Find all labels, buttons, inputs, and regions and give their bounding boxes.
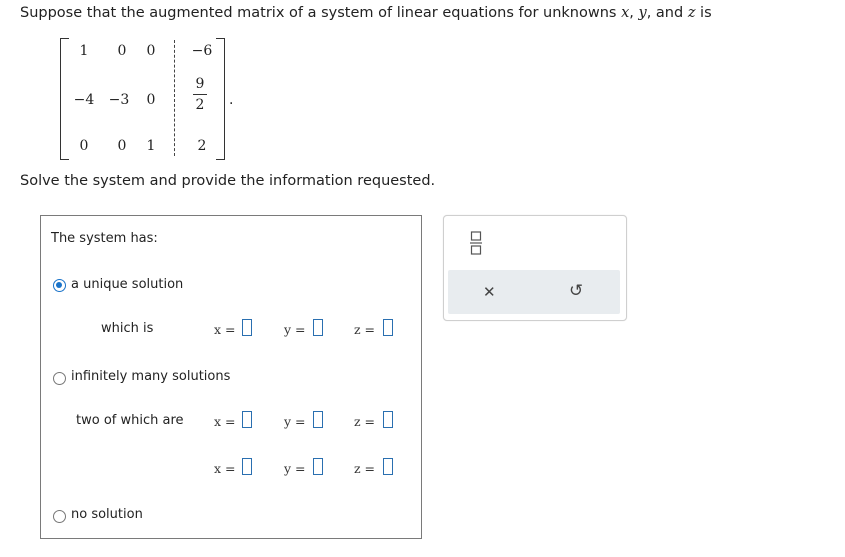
radio-infinitely-many[interactable]: [53, 372, 66, 385]
infinite1-x-input[interactable]: [242, 411, 252, 428]
fraction-bar: [193, 94, 207, 95]
option-label-none: no solution: [71, 507, 143, 522]
infinite-sub-label: two of which are: [76, 413, 184, 428]
var-label-z: z =: [354, 461, 376, 476]
panel-heading: The system has:: [51, 231, 158, 246]
matrix-cell: −6: [191, 43, 213, 59]
infinite2-y-input[interactable]: [313, 458, 323, 475]
option-label-unique: a unique solution: [71, 277, 184, 292]
unique-x-input[interactable]: [242, 319, 252, 336]
matrix-fraction: 9 2: [188, 76, 212, 113]
matrix-cell: −4: [73, 92, 95, 108]
option-label-infinite: infinitely many solutions: [71, 369, 231, 384]
var-label-x: x =: [214, 461, 236, 476]
var-label-x: x =: [214, 322, 236, 337]
infinite1-y-input[interactable]: [313, 411, 323, 428]
clear-icon[interactable]: ✕: [483, 283, 496, 301]
toolbox-action-row: [448, 270, 620, 314]
var-label-z: z =: [354, 414, 376, 429]
fraction-icon[interactable]: [470, 231, 482, 255]
matrix-cell: 0: [117, 138, 127, 154]
unique-y-input[interactable]: [313, 319, 323, 336]
problem-statement: Suppose that the augmented matrix of a s…: [20, 5, 712, 21]
matrix-cell: 0: [117, 43, 127, 59]
matrix-right-bracket: [216, 38, 225, 160]
matrix-cell: 0: [146, 92, 156, 108]
undo-icon[interactable]: ↺: [569, 281, 583, 301]
fraction-denominator: 2: [195, 97, 205, 113]
matrix-left-bracket: [60, 38, 69, 160]
var-label-y: y =: [284, 322, 306, 337]
infinite2-z-input[interactable]: [383, 458, 393, 475]
var-label-z: z =: [354, 322, 376, 337]
matrix-cell: 1: [146, 138, 156, 154]
var-label-x: x =: [214, 414, 236, 429]
instruction-text: Solve the system and provide the informa…: [20, 173, 436, 189]
matrix-cell: 2: [197, 138, 207, 154]
matrix-cell: 1: [79, 43, 89, 59]
unique-z-input[interactable]: [383, 319, 393, 336]
matrix-cell: −3: [108, 92, 130, 108]
var-label-y: y =: [284, 461, 306, 476]
matrix-cell: 0: [146, 43, 156, 59]
matrix-period: .: [229, 92, 234, 108]
infinite2-x-input[interactable]: [242, 458, 252, 475]
augment-divider: [174, 40, 176, 156]
unique-sub-label: which is: [101, 321, 154, 336]
radio-unique-solution[interactable]: [53, 279, 66, 292]
augmented-matrix: 1 0 0 −6 −4 −3 0 9 2 0 0 1 2: [60, 38, 235, 163]
infinite1-z-input[interactable]: [383, 411, 393, 428]
var-label-y: y =: [284, 414, 306, 429]
radio-no-solution[interactable]: [53, 510, 66, 523]
fraction-numerator: 9: [195, 76, 205, 92]
matrix-cell: 0: [79, 138, 89, 154]
